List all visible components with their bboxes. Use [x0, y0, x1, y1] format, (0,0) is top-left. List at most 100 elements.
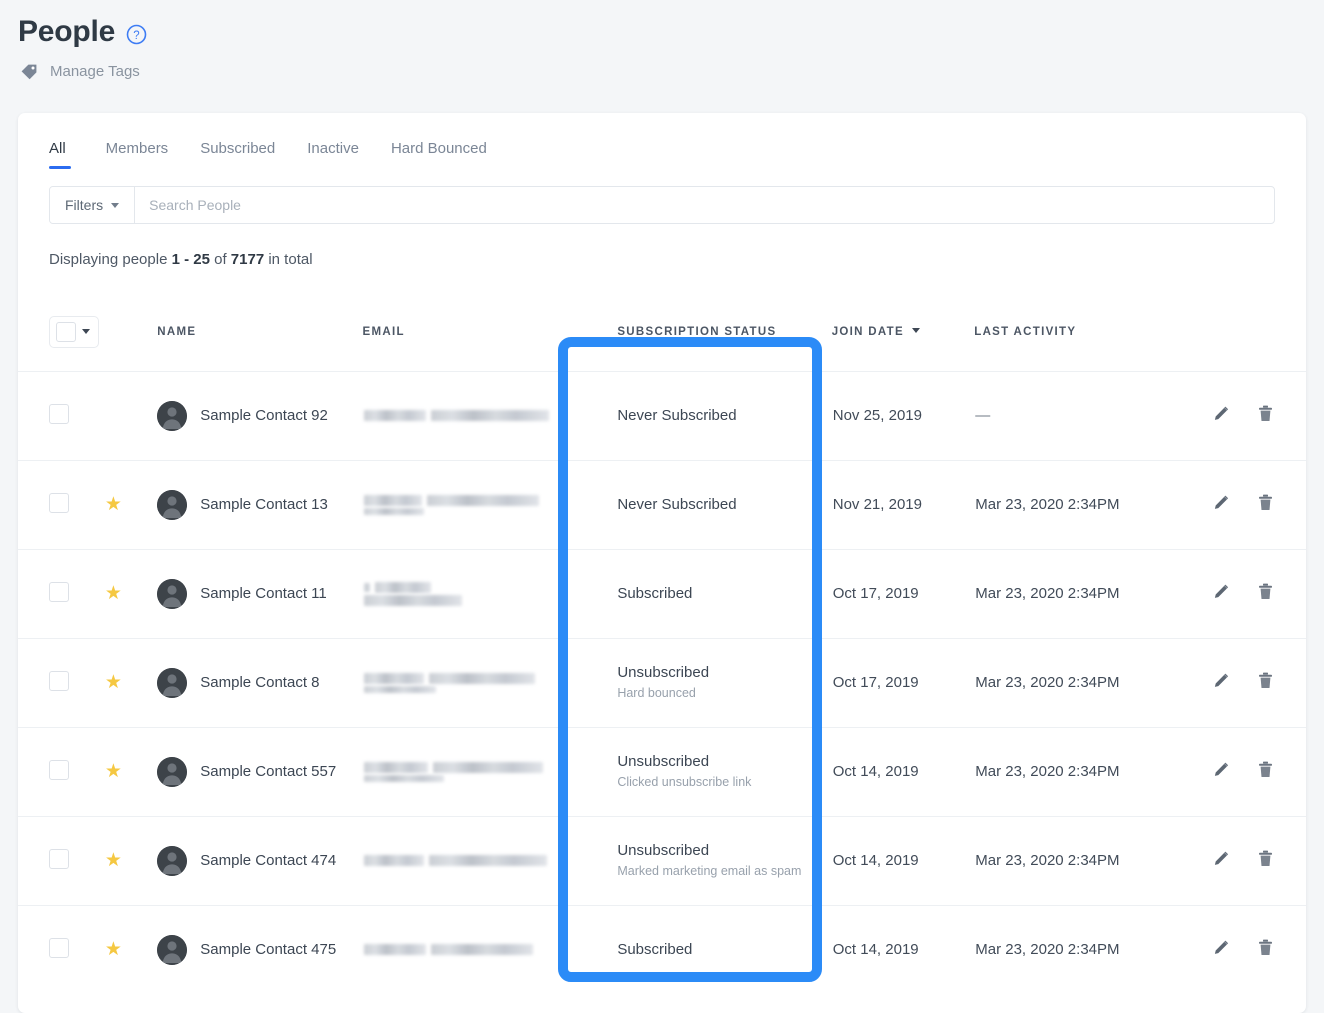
avatar-icon [157, 400, 188, 431]
star-icon[interactable]: ★ [105, 495, 122, 514]
header-last-activity[interactable]: LAST ACTIVITY [974, 293, 1212, 372]
table-row[interactable]: ★ Sample Contact 474 Unsubscribed Marked ma… [18, 816, 1306, 906]
row-last-activity-cell: Mar 23, 2020 2:34PM [974, 727, 1212, 817]
page-title-row: People ? [18, 14, 1324, 50]
page-header: People ? Manage Tags [0, 0, 1324, 81]
contact-name-link[interactable]: Sample Contact 8 [200, 674, 319, 691]
count-suffix: in total [264, 251, 313, 268]
subscription-status-text: Subscribed [617, 941, 693, 959]
star-icon[interactable]: ★ [105, 673, 122, 692]
trash-icon[interactable] [1258, 672, 1273, 689]
star-icon[interactable]: ★ [105, 940, 122, 959]
last-activity-text: Mar 23, 2020 2:34PM [975, 674, 1120, 691]
filters-button[interactable]: Filters [50, 187, 136, 223]
help-circle-icon[interactable]: ? [126, 24, 147, 45]
row-select-cell [18, 371, 104, 461]
row-name-cell: Sample Contact 557 [143, 727, 363, 817]
trash-icon[interactable] [1258, 494, 1273, 511]
row-checkbox[interactable] [49, 403, 69, 424]
row-name-cell: Sample Contact 13 [143, 460, 363, 550]
subscription-status-text: Unsubscribed [617, 753, 710, 770]
table-row[interactable]: ★ Sample Contact 557 Unsubscribed Clicked u… [18, 727, 1306, 817]
avatar-icon [157, 756, 188, 787]
displaying-count: Displaying people 1 - 25 of 7177 in tota… [49, 251, 1306, 269]
search-input[interactable] [135, 187, 1274, 223]
row-star-cell: ★ [103, 549, 144, 639]
table-row[interactable]: ★ Sample Contact 13 Never Subscribed Nov 21… [18, 460, 1306, 550]
select-all-checkbox[interactable] [56, 321, 76, 342]
row-join-date-cell: Oct 17, 2019 [831, 549, 975, 639]
table-row[interactable]: Sample Contact 92 Never Subscribed Nov 25,… [18, 371, 1306, 461]
count-middle: of [209, 251, 231, 268]
row-last-activity-cell: Mar 23, 2020 2:34PM [974, 460, 1212, 550]
filters-label: Filters [65, 197, 104, 213]
subscription-status-reason: Marked marketing email as spam [617, 864, 802, 878]
header-join-date[interactable]: JOIN DATE [831, 293, 975, 372]
tab-all[interactable]: All [49, 140, 82, 169]
table-row[interactable]: ★ Sample Contact 8 Unsubscribed Hard bounce… [18, 638, 1306, 728]
contact-name-link[interactable]: Sample Contact 92 [200, 407, 328, 424]
star-icon[interactable]: ★ [105, 762, 122, 781]
row-subscription-status-cell: Subscribed [591, 905, 831, 994]
header-email[interactable]: EMAIL [362, 293, 592, 372]
avatar-icon [157, 845, 188, 876]
redacted-email [363, 581, 591, 606]
trash-icon[interactable] [1258, 850, 1273, 867]
svg-text:?: ? [133, 29, 139, 41]
trash-icon[interactable] [1258, 939, 1273, 956]
trash-icon[interactable] [1258, 583, 1273, 600]
contact-name-link[interactable]: Sample Contact 475 [200, 941, 336, 958]
header-name[interactable]: NAME [143, 293, 363, 372]
last-activity-text: Mar 23, 2020 2:34PM [975, 585, 1120, 602]
tab-inactive[interactable]: Inactive [291, 140, 375, 169]
header-subscription-status[interactable]: SUBSCRIPTION STATUS [591, 293, 832, 372]
trash-icon[interactable] [1258, 761, 1273, 778]
row-checkbox[interactable] [49, 759, 69, 780]
avatar-icon [157, 489, 188, 520]
row-checkbox[interactable] [49, 670, 69, 691]
row-checkbox[interactable] [49, 581, 69, 602]
pencil-icon[interactable] [1213, 939, 1230, 956]
row-email-cell [362, 816, 592, 906]
trash-icon[interactable] [1258, 405, 1273, 422]
table-header: NAME EMAIL SUBSCRIPTION STATUS JOIN DATE… [18, 293, 1306, 372]
redacted-email [363, 855, 591, 866]
row-checkbox[interactable] [49, 848, 69, 869]
select-all-header [18, 293, 104, 372]
table-body: Sample Contact 92 Never Subscribed Nov 25,… [18, 371, 1306, 994]
row-checkbox[interactable] [49, 492, 69, 513]
table-row[interactable]: ★ Sample Contact 11 Subscribed Oct 17, 2019… [18, 549, 1306, 639]
contact-name-link[interactable]: Sample Contact 13 [200, 496, 328, 513]
tag-icon [20, 63, 38, 81]
manage-tags-label: Manage Tags [50, 63, 140, 80]
contact-name-link[interactable]: Sample Contact 11 [200, 585, 326, 602]
row-star-cell: ★ [104, 905, 143, 994]
avatar-icon [157, 667, 188, 698]
pencil-icon[interactable] [1213, 761, 1230, 778]
tab-hard-bounced[interactable]: Hard Bounced [375, 140, 503, 169]
row-checkbox[interactable] [49, 937, 69, 958]
row-select-cell [18, 460, 104, 550]
tab-members[interactable]: Members [90, 140, 185, 169]
star-icon[interactable]: ★ [105, 851, 122, 870]
star-header [103, 293, 144, 372]
pencil-icon[interactable] [1213, 672, 1230, 689]
pencil-icon[interactable] [1213, 850, 1230, 867]
row-delete-cell [1256, 549, 1306, 639]
row-edit-cell [1211, 371, 1257, 461]
contact-name-link[interactable]: Sample Contact 474 [200, 852, 336, 869]
row-delete-cell [1256, 460, 1306, 550]
row-email-cell [363, 905, 592, 994]
chevron-down-icon [111, 202, 120, 208]
contact-name-link[interactable]: Sample Contact 557 [200, 763, 336, 780]
table-row[interactable]: ★ Sample Contact 475 Subscribed Oct 14, 201… [18, 905, 1306, 994]
star-icon[interactable]: ★ [105, 584, 122, 603]
people-table: NAME EMAIL SUBSCRIPTION STATUS JOIN DATE… [18, 293, 1306, 994]
select-all-dropdown[interactable] [49, 315, 99, 348]
pencil-icon[interactable] [1213, 405, 1230, 422]
manage-tags-link[interactable]: Manage Tags [18, 63, 1324, 81]
tab-subscribed[interactable]: Subscribed [184, 140, 291, 169]
pencil-icon[interactable] [1213, 583, 1230, 600]
redacted-email [363, 761, 591, 782]
pencil-icon[interactable] [1213, 494, 1230, 511]
